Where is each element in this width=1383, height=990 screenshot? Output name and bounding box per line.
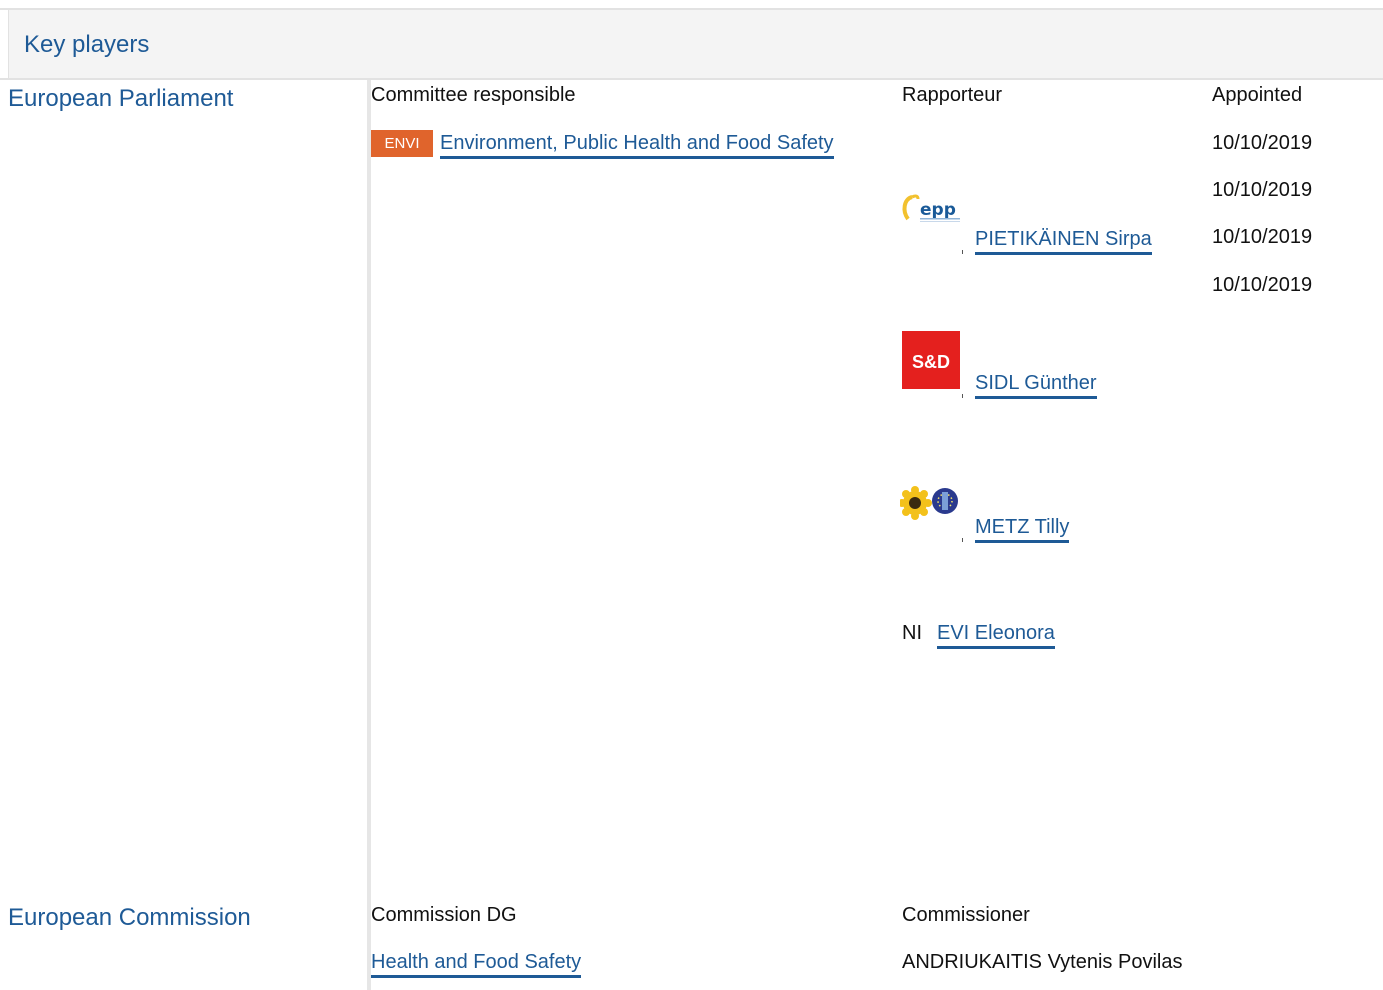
section-header	[8, 10, 1383, 78]
institution-column	[0, 80, 371, 990]
rapporteur-link-sidl[interactable]: SIDL Günther	[975, 373, 1097, 399]
rapporteur-link-evi[interactable]: EVI Eleonora	[937, 623, 1055, 649]
appointed-date-1: 10/10/2019	[1212, 132, 1313, 154]
epp-logo: epp	[902, 194, 960, 222]
committee-badge: ENVI	[371, 130, 433, 157]
institution-commission: European Commission	[8, 904, 251, 931]
rapporteur-link-metz[interactable]: METZ Tilly	[975, 517, 1070, 543]
logo-tick	[962, 250, 963, 254]
dg-link[interactable]: Health and Food Safety	[371, 952, 582, 978]
commissioner-column-header: Commissioner	[902, 904, 1030, 926]
appointed-date-3: 10/10/2019	[1212, 226, 1313, 248]
appointed-date-2: 10/10/2019	[1212, 179, 1313, 201]
section-title: Key players	[24, 31, 150, 58]
greens-efa-logo	[900, 486, 958, 520]
commissioner-name: ANDRIUKAITIS Vytenis Povilas	[902, 951, 1183, 973]
logo-tick	[962, 394, 963, 398]
group-label-ni: NI	[902, 622, 922, 644]
rapporteur-column-header: Rapporteur	[902, 84, 1003, 106]
committee-link[interactable]: Environment, Public Health and Food Safe…	[440, 133, 834, 159]
committee-column-header: Committee responsible	[371, 84, 576, 106]
dg-column-header: Commission DG	[371, 904, 517, 926]
svg-text:epp: epp	[920, 200, 956, 220]
svg-text:S&D: S&D	[912, 352, 950, 372]
appointed-date-4: 10/10/2019	[1212, 274, 1313, 296]
logo-tick	[962, 538, 963, 542]
sd-logo: S&D	[902, 331, 960, 389]
rapporteur-link-pietikainen[interactable]: PIETIKÄINEN Sirpa	[975, 229, 1152, 255]
appointed-column-header: Appointed	[1212, 84, 1303, 106]
institution-parliament: European Parliament	[8, 85, 234, 112]
